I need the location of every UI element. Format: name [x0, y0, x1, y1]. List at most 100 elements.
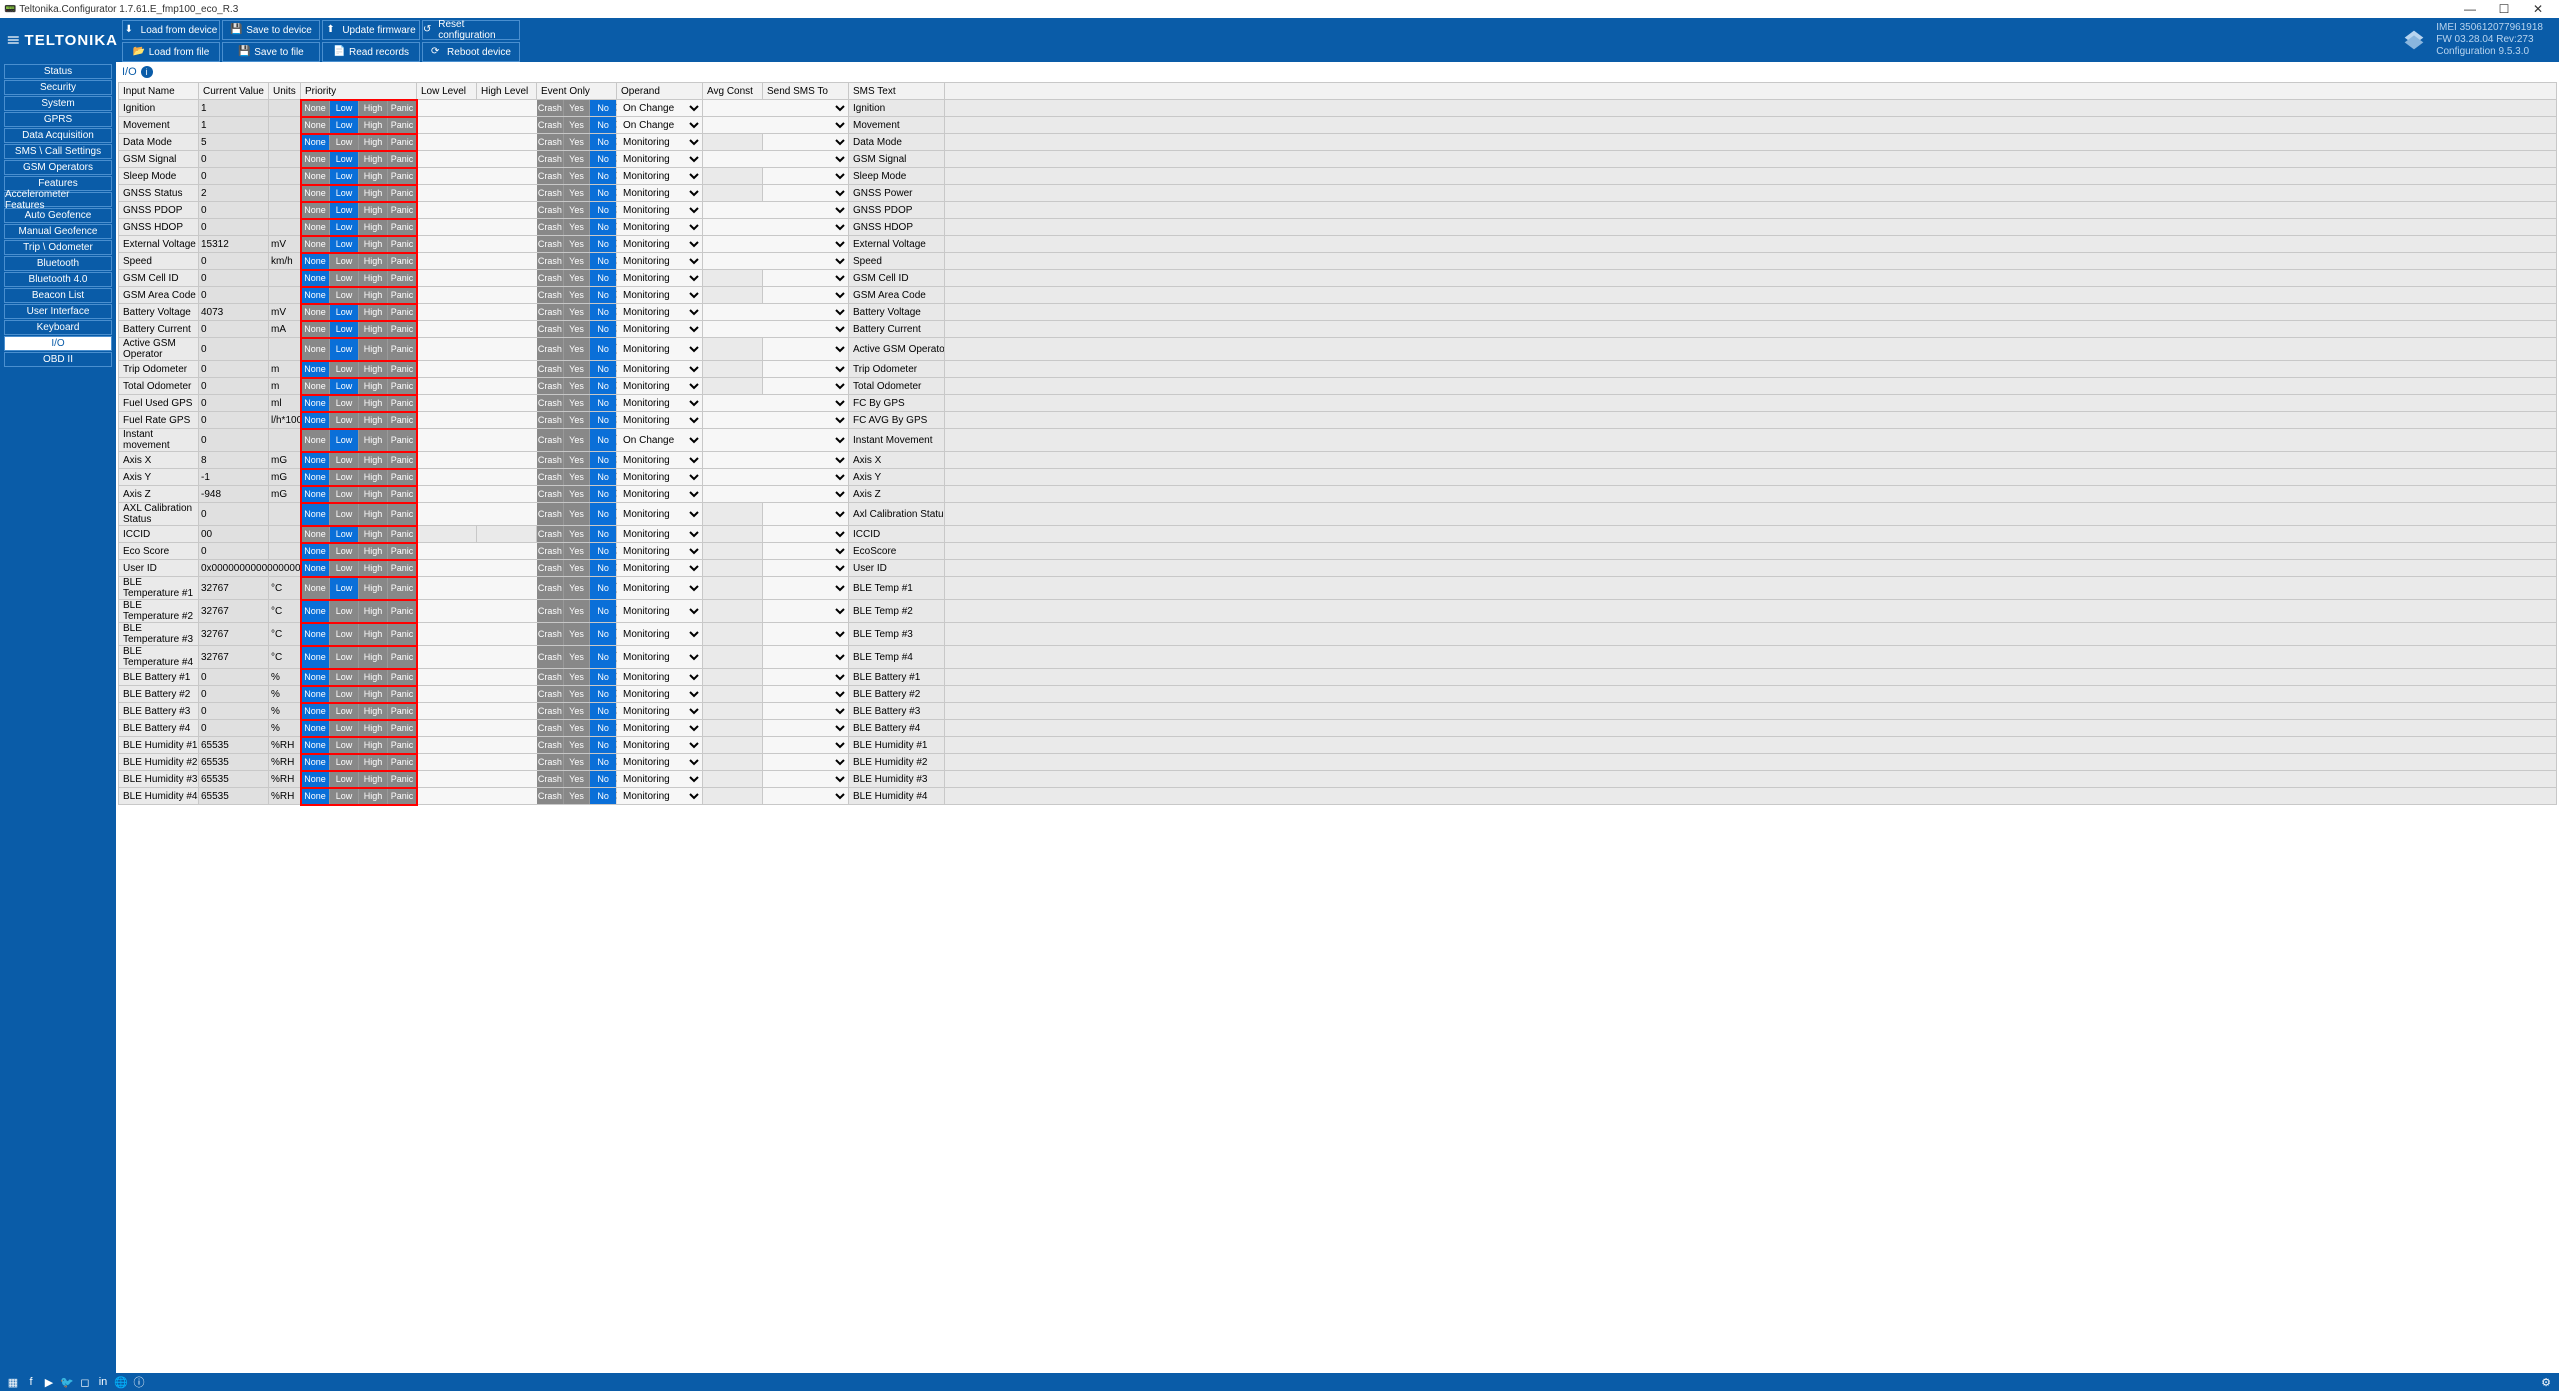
event-no-button[interactable]: No	[590, 526, 616, 542]
priority-panic-button[interactable]: Panic	[388, 526, 416, 542]
spinner[interactable]: ▲▼	[417, 253, 476, 269]
event-crash-button[interactable]: Crash	[537, 452, 564, 468]
priority-none-button[interactable]: None	[301, 304, 330, 320]
priority-high-button[interactable]: High	[359, 669, 388, 685]
sidebar-item-system[interactable]: System	[4, 96, 112, 111]
event-yes-button[interactable]: Yes	[564, 486, 591, 502]
operand-select[interactable]: Monitoring	[617, 361, 702, 377]
event-yes-button[interactable]: Yes	[564, 117, 591, 133]
priority-panic-button[interactable]: Panic	[388, 686, 416, 702]
event-yes-button[interactable]: Yes	[564, 287, 591, 303]
io-table-scroll[interactable]: Input NameCurrent ValueUnitsPriorityLow …	[118, 82, 2557, 1371]
event-no-button[interactable]: No	[590, 168, 616, 184]
sms-text-input[interactable]	[849, 669, 944, 685]
priority-none-button[interactable]: None	[301, 600, 330, 622]
operand-select[interactable]: Monitoring	[617, 321, 702, 337]
event-yes-button[interactable]: Yes	[564, 429, 591, 451]
priority-low-button[interactable]: Low	[330, 469, 359, 485]
sms-text-input[interactable]	[849, 338, 944, 360]
spinner[interactable]: ▲▼	[477, 771, 536, 787]
priority-none-button[interactable]: None	[301, 503, 330, 525]
priority-high-button[interactable]: High	[359, 134, 388, 150]
event-no-button[interactable]: No	[590, 669, 616, 685]
sms-text-input[interactable]	[849, 219, 944, 235]
event-yes-button[interactable]: Yes	[564, 202, 591, 218]
sms-to-select[interactable]	[763, 469, 848, 485]
priority-none-button[interactable]: None	[301, 686, 330, 702]
spinner[interactable]: ▲▼	[417, 577, 476, 599]
sms-to-select[interactable]	[763, 737, 848, 753]
operand-select[interactable]: Monitoring	[617, 543, 702, 559]
priority-panic-button[interactable]: Panic	[388, 253, 416, 269]
event-no-button[interactable]: No	[590, 412, 616, 428]
spinner[interactable]: ▲▼	[477, 236, 536, 252]
sms-to-select[interactable]	[763, 600, 848, 622]
sms-text-input[interactable]	[849, 236, 944, 252]
sms-text-input[interactable]	[849, 185, 944, 201]
event-yes-button[interactable]: Yes	[564, 686, 591, 702]
priority-panic-button[interactable]: Panic	[388, 788, 416, 804]
sms-to-select[interactable]	[763, 304, 848, 320]
spinner[interactable]: ▲▼	[703, 321, 762, 337]
priority-low-button[interactable]: Low	[330, 560, 359, 576]
priority-none-button[interactable]: None	[301, 185, 330, 201]
event-crash-button[interactable]: Crash	[537, 361, 564, 377]
event-yes-button[interactable]: Yes	[564, 185, 591, 201]
priority-low-button[interactable]: Low	[330, 486, 359, 502]
priority-panic-button[interactable]: Panic	[388, 378, 416, 394]
grid-icon[interactable]: ▦	[6, 1375, 20, 1389]
event-yes-button[interactable]: Yes	[564, 577, 591, 599]
sms-to-select[interactable]	[763, 703, 848, 719]
priority-none-button[interactable]: None	[301, 788, 330, 804]
sms-text-input[interactable]	[849, 577, 944, 599]
spinner[interactable]: ▲▼	[477, 503, 536, 525]
spinner[interactable]: ▲▼	[477, 378, 536, 394]
priority-panic-button[interactable]: Panic	[388, 151, 416, 167]
spinner[interactable]: ▲▼	[417, 720, 476, 736]
priority-high-button[interactable]: High	[359, 771, 388, 787]
sms-to-select[interactable]	[763, 270, 848, 286]
event-no-button[interactable]: No	[590, 378, 616, 394]
spinner[interactable]: ▲▼	[417, 151, 476, 167]
sidebar-item-status[interactable]: Status	[4, 64, 112, 79]
priority-none-button[interactable]: None	[301, 378, 330, 394]
event-no-button[interactable]: No	[590, 543, 616, 559]
sms-text-input[interactable]	[849, 623, 944, 645]
sidebar-item-obd-ii[interactable]: OBD II	[4, 352, 112, 367]
read-records-button[interactable]: 📄Read records	[322, 42, 420, 62]
event-no-button[interactable]: No	[590, 100, 616, 116]
sidebar-item-sms-call-settings[interactable]: SMS \ Call Settings	[4, 144, 112, 159]
event-yes-button[interactable]: Yes	[564, 236, 591, 252]
priority-panic-button[interactable]: Panic	[388, 100, 416, 116]
priority-none-button[interactable]: None	[301, 134, 330, 150]
spinner[interactable]: ▲▼	[477, 100, 536, 116]
priority-low-button[interactable]: Low	[330, 686, 359, 702]
spinner[interactable]: ▲▼	[417, 117, 476, 133]
sms-to-select[interactable]	[763, 771, 848, 787]
event-crash-button[interactable]: Crash	[537, 686, 564, 702]
window-minimize[interactable]: —	[2453, 2, 2487, 16]
spinner[interactable]: ▲▼	[477, 287, 536, 303]
priority-panic-button[interactable]: Panic	[388, 452, 416, 468]
sms-text-input[interactable]	[849, 429, 944, 451]
priority-high-button[interactable]: High	[359, 395, 388, 411]
operand-select[interactable]: Monitoring	[617, 134, 702, 150]
priority-low-button[interactable]: Low	[330, 100, 359, 116]
spinner[interactable]: ▲▼	[477, 737, 536, 753]
update-firmware-button[interactable]: ⬆Update firmware	[322, 20, 420, 40]
spinner[interactable]: ▲▼	[417, 788, 476, 804]
sms-text-input[interactable]	[849, 503, 944, 525]
event-crash-button[interactable]: Crash	[537, 486, 564, 502]
spinner[interactable]: ▲▼	[417, 560, 476, 576]
priority-panic-button[interactable]: Panic	[388, 270, 416, 286]
event-crash-button[interactable]: Crash	[537, 526, 564, 542]
event-yes-button[interactable]: Yes	[564, 378, 591, 394]
sidebar-item-beacon-list[interactable]: Beacon List	[4, 288, 112, 303]
event-crash-button[interactable]: Crash	[537, 543, 564, 559]
sidebar-item-user-interface[interactable]: User Interface	[4, 304, 112, 319]
event-crash-button[interactable]: Crash	[537, 202, 564, 218]
event-yes-button[interactable]: Yes	[564, 703, 591, 719]
sms-to-select[interactable]	[763, 429, 848, 451]
event-crash-button[interactable]: Crash	[537, 623, 564, 645]
priority-panic-button[interactable]: Panic	[388, 117, 416, 133]
